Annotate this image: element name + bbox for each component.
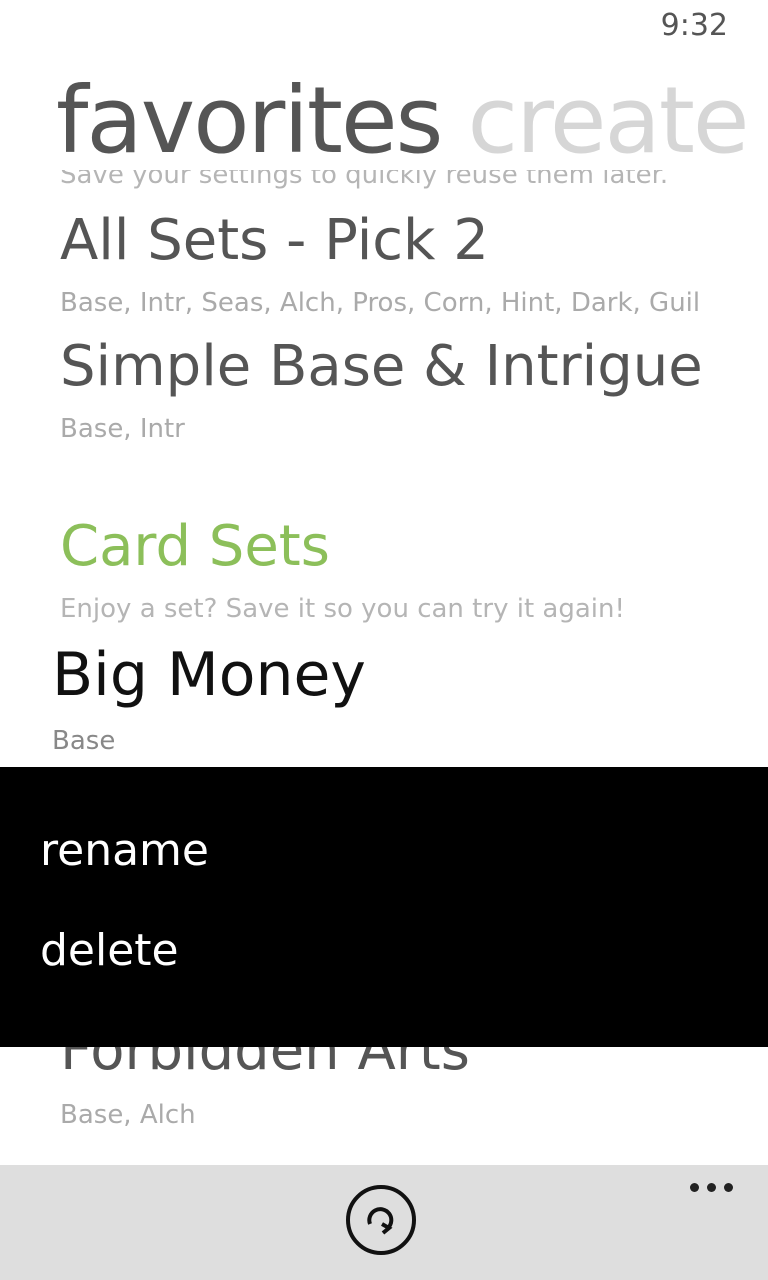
pivot-header: favorites create xyxy=(56,66,746,176)
list-item-subtitle: Base xyxy=(52,726,116,756)
list-item-title: All Sets - Pick 2 xyxy=(60,208,489,273)
list-item[interactable]: Simple Base & Intrigue xyxy=(60,334,703,399)
list-item[interactable]: All Sets - Pick 2 xyxy=(60,208,489,273)
refresh-button[interactable] xyxy=(346,1185,416,1255)
list-item-title: Big Money xyxy=(52,640,366,710)
rename-menu-item[interactable]: rename xyxy=(40,825,209,876)
section-description-cut: Save your settings to quickly reuse them… xyxy=(60,170,669,190)
list-item-title: Simple Base & Intrigue xyxy=(60,334,703,399)
selected-list-item[interactable]: Big Money xyxy=(52,640,366,710)
section-title: Card Sets xyxy=(60,514,330,579)
pivot-tab-favorites[interactable]: favorites xyxy=(56,67,443,174)
section-description: Enjoy a set? Save it so you can try it a… xyxy=(60,594,625,624)
delete-menu-item[interactable]: delete xyxy=(40,925,179,976)
list-item-subtitle: Base, Intr xyxy=(60,414,185,444)
list-item-subtitle: Base, Alch xyxy=(60,1100,196,1130)
context-menu: rename delete xyxy=(0,765,768,1047)
pivot-tab-create[interactable]: create xyxy=(468,67,747,174)
status-time: 9:32 xyxy=(660,8,728,43)
list-item-subtitle: Base, Intr, Seas, Alch, Pros, Corn, Hint… xyxy=(60,288,701,318)
refresh-icon xyxy=(367,1207,394,1235)
app-bar xyxy=(0,1165,768,1280)
ellipsis-icon[interactable] xyxy=(688,1171,738,1201)
